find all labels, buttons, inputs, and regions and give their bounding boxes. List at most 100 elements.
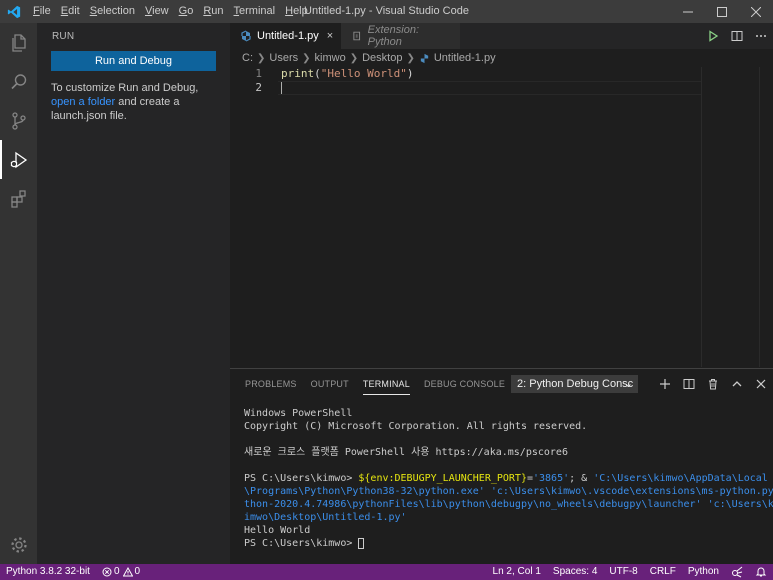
split-editor-button[interactable] (725, 23, 749, 49)
python-file-icon (420, 53, 428, 63)
close-panel-button[interactable] (749, 369, 773, 399)
eol-status[interactable]: CRLF (644, 564, 682, 580)
panel-tabs: PROBLEMS OUTPUT TERMINAL DEBUG CONSOLE 2… (230, 369, 773, 399)
source-control-button[interactable] (0, 101, 37, 140)
terminal-line: Hello World (244, 525, 311, 536)
terminal-cursor (358, 537, 365, 549)
run-and-debug-button[interactable]: Run and Debug (51, 51, 216, 71)
terminal-line: Windows PowerShell (244, 408, 353, 419)
python-interpreter-status[interactable]: Python 3.8.2 32-bit (0, 564, 96, 580)
encoding-status[interactable]: UTF-8 (603, 564, 643, 580)
menu-help[interactable]: Help (280, 0, 313, 23)
sidebar-help-text: To customize Run and Debug, open a folde… (51, 82, 199, 122)
feedback-button[interactable] (725, 566, 749, 578)
python-file-icon (241, 30, 251, 42)
terminal-line: thon-2020.4.74986\pythonFiles\lib\python… (244, 499, 773, 510)
files-icon (11, 33, 26, 52)
terminal-output[interactable]: Windows PowerShell Copyright (C) Microso… (230, 399, 773, 558)
tab-output[interactable]: OUTPUT (304, 369, 356, 399)
tab-terminal[interactable]: TERMINAL (356, 369, 417, 399)
vscode-logo-icon (0, 0, 28, 23)
breadcrumb-item[interactable]: Untitled-1.py (434, 52, 496, 64)
more-actions-button[interactable] (749, 23, 773, 49)
minimap-divider (701, 67, 702, 367)
tab-close-button[interactable]: × (327, 30, 333, 42)
breadcrumb: C: ❯ Users ❯ kimwo ❯ Desktop ❯ Untitled-… (230, 49, 773, 67)
terminal-line: imwo\Desktop\Untitled-1.py' (244, 512, 407, 523)
split-terminal-button[interactable] (677, 369, 701, 399)
maximize-button[interactable] (705, 0, 739, 23)
maximize-panel-button[interactable] (725, 369, 749, 399)
breadcrumb-item[interactable]: C: (242, 52, 253, 64)
chevron-right-icon: ❯ (302, 52, 311, 64)
search-icon (10, 73, 26, 89)
terminal-line: Copyright (C) Microsoft Corporation. All… (244, 421, 588, 432)
status-bar: Python 3.8.2 32-bit 0 0 Ln 2, Col 1 Spac… (0, 564, 773, 580)
terminal-prompt-line: PS C:\Users\kimwo> (244, 537, 759, 550)
indentation-status[interactable]: Spaces: 4 (547, 564, 603, 580)
run-debug-icon (10, 151, 27, 168)
explorer-button[interactable] (0, 23, 37, 62)
activity-bar (0, 23, 37, 564)
run-python-file-button[interactable] (701, 23, 725, 49)
line-number: 2 (255, 81, 262, 94)
terminal-select-dropdown[interactable]: 2: Python Debug Consc ⌄ (511, 375, 638, 393)
menu-run[interactable]: Run (198, 0, 228, 23)
menu-selection[interactable]: Selection (85, 0, 140, 23)
minimize-button[interactable] (671, 0, 705, 23)
minimize-icon (683, 11, 693, 12)
gear-icon (10, 536, 27, 553)
run-sidebar: RUN Run and Debug To customize Run and D… (37, 23, 230, 564)
open-folder-link[interactable]: open a folder (51, 96, 115, 108)
new-terminal-button[interactable] (653, 369, 677, 399)
editor-scrollbar[interactable] (759, 67, 773, 367)
sidebar-title: RUN (52, 31, 75, 42)
source-control-icon (11, 111, 26, 130)
language-mode-status[interactable]: Python (682, 564, 725, 580)
tab-label: Extension: Python (367, 24, 420, 48)
chevron-right-icon: ❯ (406, 52, 415, 64)
menu-view[interactable]: View (140, 0, 174, 23)
chevron-right-icon: ❯ (349, 52, 359, 64)
breadcrumb-item[interactable]: Users (269, 52, 298, 64)
breadcrumb-item[interactable]: Desktop (362, 52, 402, 64)
menu-file[interactable]: File (28, 0, 56, 23)
search-button[interactable] (0, 62, 37, 101)
split-editor-icon (731, 31, 743, 41)
chevron-down-icon: ⌄ (623, 378, 633, 390)
code-line: 1 print("Hello World") (230, 67, 773, 81)
extension-tab-icon (353, 31, 361, 41)
cursor-position-status[interactable]: Ln 2, Col 1 (487, 564, 547, 580)
split-terminal-icon (683, 379, 695, 389)
code-editor[interactable]: 1 print("Hello World") 2 (230, 67, 773, 95)
title-bar: File Edit Selection View Go Run Terminal… (0, 0, 773, 23)
extensions-button[interactable] (0, 179, 37, 218)
terminal-select-value: 2: Python Debug Consc (517, 378, 634, 390)
tab-label: Untitled-1.py (257, 30, 319, 42)
breadcrumb-item[interactable]: kimwo (315, 52, 346, 64)
plus-icon (660, 379, 670, 389)
problems-status[interactable]: 0 0 (96, 564, 146, 580)
menu-go[interactable]: Go (174, 0, 199, 23)
editor-area: Untitled-1.py × Extension: Python C: ❯ U… (230, 23, 773, 368)
tab-extension-python[interactable]: Extension: Python (341, 23, 462, 49)
bell-icon (755, 567, 767, 577)
notifications-button[interactable] (749, 566, 773, 578)
run-debug-button[interactable] (0, 140, 37, 179)
close-window-button[interactable] (739, 0, 773, 23)
tab-untitled-1[interactable]: Untitled-1.py × (230, 23, 342, 49)
bottom-panel: PROBLEMS OUTPUT TERMINAL DEBUG CONSOLE 2… (230, 368, 773, 564)
tab-problems[interactable]: PROBLEMS (238, 369, 304, 399)
menu-edit[interactable]: Edit (56, 0, 85, 23)
play-icon (709, 30, 719, 42)
close-icon (756, 379, 766, 389)
tab-debug-console[interactable]: DEBUG CONSOLE (417, 369, 512, 399)
line-content: print("Hello World") (281, 67, 414, 80)
error-icon (102, 567, 112, 577)
manage-button[interactable] (0, 525, 37, 564)
menu-bar: File Edit Selection View Go Run Terminal… (28, 0, 313, 23)
menu-terminal[interactable]: Terminal (229, 0, 281, 23)
kill-terminal-button[interactable] (701, 369, 725, 399)
chevron-right-icon: ❯ (257, 52, 266, 64)
close-icon (751, 6, 761, 17)
